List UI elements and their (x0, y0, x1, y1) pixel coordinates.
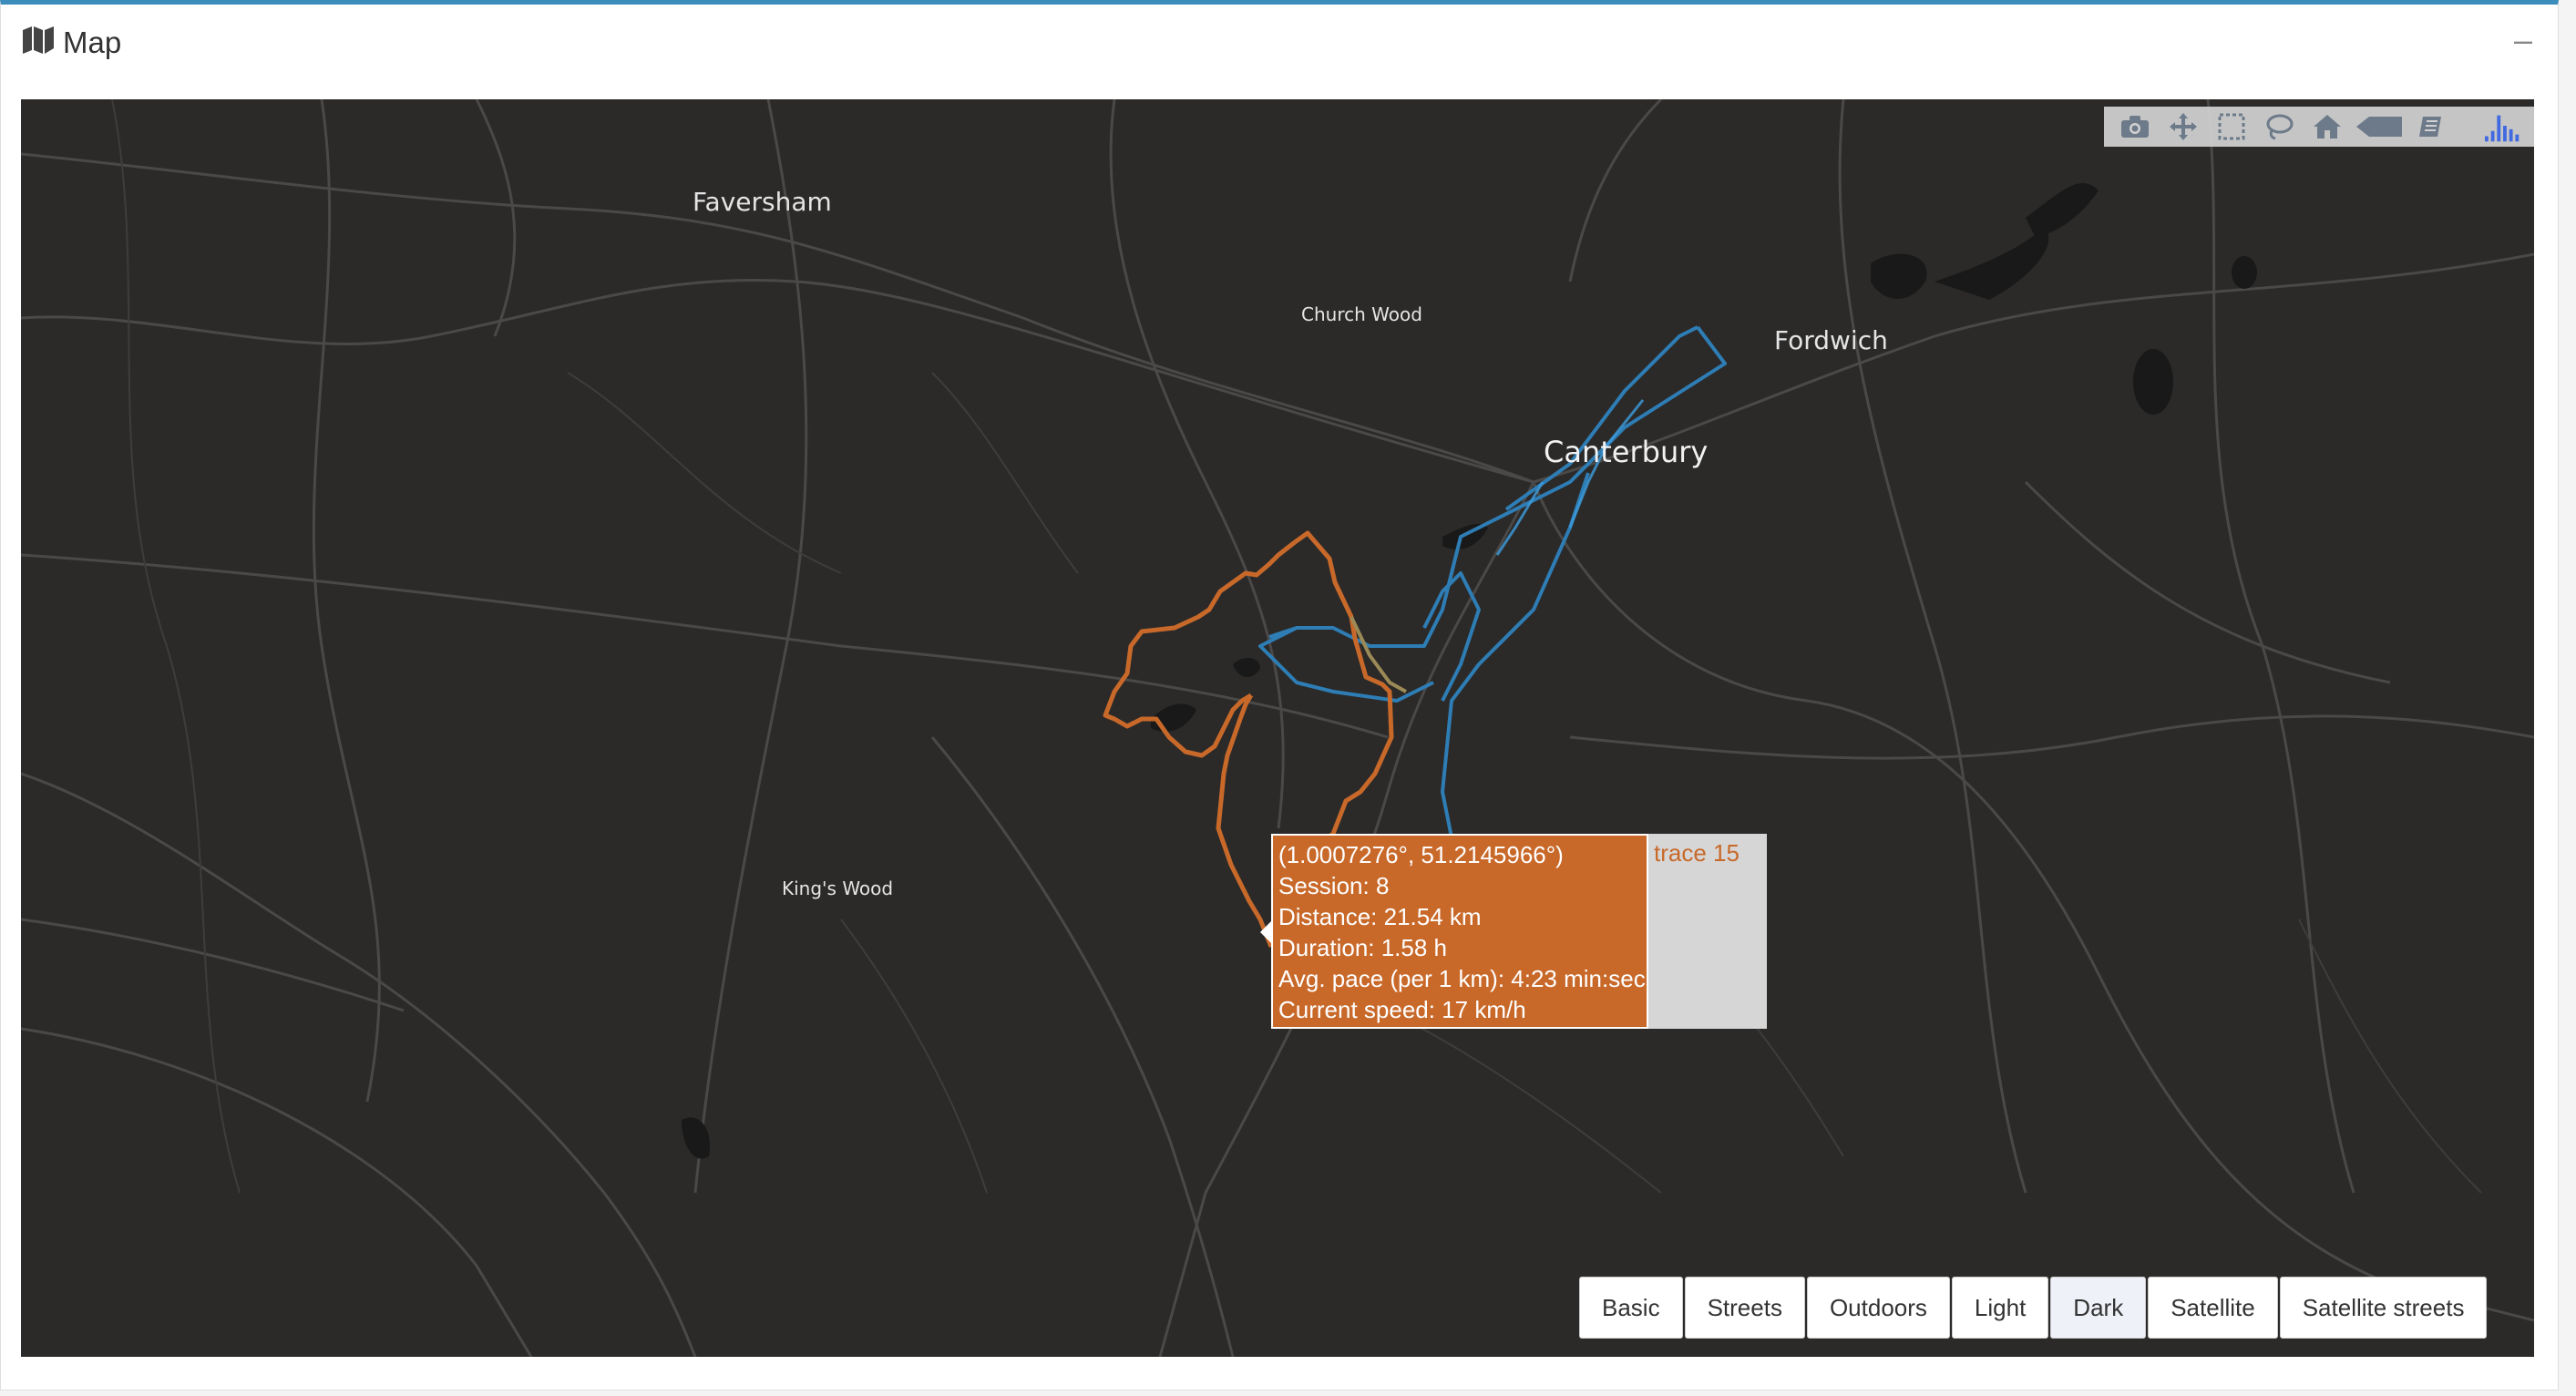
tooltip-arrow (1260, 921, 1271, 943)
map-canvas[interactable]: Faversham Church Wood Fordwich Canterbur… (21, 99, 2534, 1357)
panel-title: Map (23, 25, 121, 61)
map-style-switcher: Basic Streets Outdoors Light Dark Satell… (1579, 1277, 2488, 1339)
lasso-icon[interactable] (2261, 108, 2298, 145)
map-icon (23, 25, 54, 61)
map-panel: Map – Faversham Church Wood Fordwich Can… (0, 0, 2559, 1391)
style-basic-button[interactable]: Basic (1579, 1277, 1683, 1339)
place-label-faversham: Faversham (693, 187, 832, 217)
plotly-logo-icon[interactable] (2485, 108, 2523, 145)
box-select-icon[interactable] (2212, 108, 2250, 145)
hover-tooltip: (1.0007276°, 51.2145966°) Session: 8 Dis… (1260, 834, 1767, 1029)
style-satellite-button[interactable]: Satellite (2148, 1277, 2278, 1339)
tooltip-trace-name: trace 15 (1648, 834, 1767, 1029)
style-satellite-streets-button[interactable]: Satellite streets (2279, 1277, 2488, 1339)
toggle-spike-icon[interactable] (2356, 108, 2403, 145)
place-label-canterbury: Canterbury (1544, 435, 1709, 469)
place-label-church-wood: Church Wood (1301, 303, 1422, 325)
tooltip-session: Session: 8 (1278, 872, 1390, 899)
tooltip-distance: Distance: 21.54 km (1278, 903, 1482, 930)
panel-title-text: Map (63, 26, 122, 59)
place-label-kings-wood: King's Wood (782, 878, 894, 899)
place-label-fordwich: Fordwich (1774, 325, 1888, 355)
map-modebar (2104, 107, 2534, 147)
home-icon[interactable] (2309, 108, 2346, 145)
collapse-button[interactable]: – (2514, 21, 2532, 59)
style-light-button[interactable]: Light (1951, 1277, 2049, 1339)
tooltip-coords: (1.0007276°, 51.2145966°) (1278, 841, 1564, 868)
tooltip-speed: Current speed: 17 km/h (1278, 996, 1526, 1023)
mapbox-icon[interactable] (2413, 108, 2450, 145)
tooltip-duration: Duration: 1.58 h (1278, 934, 1448, 961)
tooltip-pace: Avg. pace (per 1 km): 4:23 min:sec (1278, 965, 1646, 992)
style-dark-button[interactable]: Dark (2050, 1277, 2147, 1339)
camera-icon[interactable] (2117, 108, 2154, 145)
pan-icon[interactable] (2165, 108, 2202, 145)
style-outdoors-button[interactable]: Outdoors (1806, 1277, 1950, 1339)
style-streets-button[interactable]: Streets (1684, 1277, 1805, 1339)
tooltip-body: (1.0007276°, 51.2145966°) Session: 8 Dis… (1271, 834, 1648, 1029)
panel-header: Map – (1, 5, 2558, 87)
map-basemap (21, 99, 2534, 1357)
